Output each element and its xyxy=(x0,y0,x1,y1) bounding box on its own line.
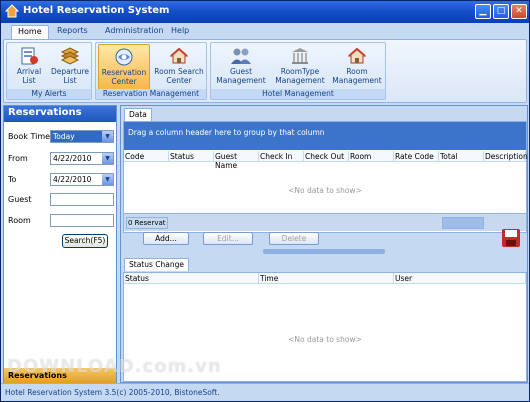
book-time-select[interactable]: Today ▼ xyxy=(50,130,114,143)
departure-list-icon xyxy=(60,47,80,65)
roomtype-management-button[interactable]: RoomType Management xyxy=(273,44,327,90)
ribbon: Arrival List Departure List My Alerts Re… xyxy=(3,39,527,103)
departure-list-label-2: List xyxy=(63,76,77,85)
guest-management-icon xyxy=(231,48,251,64)
reservation-count: 0 Reservat xyxy=(126,217,168,229)
reservations-panel-title: Reservations xyxy=(4,106,116,122)
roomtype-management-icon xyxy=(292,48,308,64)
guest-field[interactable] xyxy=(50,193,114,206)
search-button[interactable]: Search(F5) xyxy=(62,234,108,248)
close-button[interactable]: ✕ xyxy=(511,4,527,19)
room-search-center-button[interactable]: Room Search Center xyxy=(152,44,206,90)
column-header-guest-name[interactable]: Guest Name xyxy=(214,151,259,170)
window-title: Hotel Reservation System xyxy=(23,5,170,16)
from-date-picker[interactable]: 4/22/2010 ▼ xyxy=(50,152,114,165)
room-field[interactable] xyxy=(50,214,114,227)
grid-footer: 0 Reservat xyxy=(124,213,526,231)
column-header-user[interactable]: User xyxy=(394,273,526,284)
guest-management-label-1: Guest xyxy=(229,67,253,76)
roomtype-management-label-2: Management xyxy=(275,76,325,85)
from-date-value: 4/22/2010 xyxy=(53,154,92,163)
delete-button[interactable]: Delete xyxy=(269,232,319,245)
arrival-list-button[interactable]: Arrival List xyxy=(9,44,49,90)
total-summary-cell xyxy=(442,217,484,229)
watermark: DOWNLOAD.com.vn xyxy=(7,356,222,377)
room-search-label-1: Room Search xyxy=(154,67,204,76)
group-caption-my-alerts: My Alerts xyxy=(7,89,91,99)
maximize-button[interactable]: □ xyxy=(493,4,509,19)
app-house-icon xyxy=(5,4,19,18)
room-search-icon xyxy=(169,47,189,64)
column-header-status[interactable]: Status xyxy=(124,273,259,284)
no-data-message: <No data to show> xyxy=(288,335,362,344)
room-label: Room xyxy=(8,216,31,225)
to-label: To xyxy=(8,175,17,184)
roomtype-management-label-1: RoomType xyxy=(280,67,320,76)
tab-data[interactable]: Data xyxy=(124,108,152,121)
arrival-list-icon xyxy=(21,47,38,65)
departure-list-label-1: Departure xyxy=(50,67,90,76)
column-header-total[interactable]: Total xyxy=(439,151,484,162)
group-caption-reservation-management: Reservation Management xyxy=(96,89,206,99)
panel-splitter[interactable] xyxy=(263,249,385,254)
column-header-code[interactable]: Code xyxy=(124,151,169,162)
book-time-label: Book Time xyxy=(8,132,51,141)
column-header-room[interactable]: Room xyxy=(349,151,394,162)
room-management-label-2: Management xyxy=(332,76,382,85)
room-management-label-1: Room xyxy=(346,67,368,76)
book-time-value: Today xyxy=(53,132,75,141)
title-bar[interactable]: Hotel Reservation System ▁ □ ✕ xyxy=(1,1,529,23)
reservation-center-label-1: Reservation xyxy=(101,68,147,77)
column-header-status[interactable]: Status xyxy=(169,151,214,162)
guest-management-label-2: Management xyxy=(216,76,266,85)
guest-label: Guest xyxy=(8,195,32,204)
arrival-list-label-1: Arrival xyxy=(16,67,42,76)
tab-home[interactable]: Home xyxy=(11,25,49,39)
room-management-button[interactable]: Room Management xyxy=(331,44,383,90)
no-data-message: <No data to show> xyxy=(288,186,362,195)
reservation-center-button[interactable]: Reservation Center xyxy=(98,44,150,90)
chevron-down-icon[interactable]: ▼ xyxy=(102,131,113,142)
arrival-list-label-2: List xyxy=(22,76,36,85)
group-my-alerts: Arrival List Departure List My Alerts xyxy=(6,42,92,100)
column-header-rate-code[interactable]: Rate Code xyxy=(394,151,439,162)
group-by-panel[interactable]: Drag a column header here to group by th… xyxy=(124,122,526,150)
reservation-center-label-2: Center xyxy=(111,77,137,86)
room-search-label-2: Center xyxy=(166,76,192,85)
guest-management-button[interactable]: Guest Management xyxy=(215,44,267,90)
column-header-time[interactable]: Time xyxy=(259,273,394,284)
tab-help[interactable]: Help xyxy=(165,25,195,39)
edit-button[interactable]: Edit... xyxy=(203,232,253,245)
room-management-icon xyxy=(347,47,367,64)
reservations-panel: Reservations Book Time Today ▼ From 4/22… xyxy=(3,105,117,384)
reservations-grid: Drag a column header here to group by th… xyxy=(123,121,528,233)
column-header-description[interactable]: Description xyxy=(484,151,528,162)
column-header-check-in[interactable]: Check In xyxy=(259,151,304,162)
ribbon-tab-strip: Home Reports Administration Help xyxy=(1,23,529,39)
status-bar: Hotel Reservation System 3.5(c) 2005-201… xyxy=(1,383,529,401)
departure-list-button[interactable]: Departure List xyxy=(49,44,91,90)
group-reservation-management: Reservation Center Room Search Center Re… xyxy=(95,42,207,100)
column-header-check-out[interactable]: Check Out xyxy=(304,151,349,162)
minimize-button[interactable]: ▁ xyxy=(475,4,491,19)
chevron-down-icon[interactable]: ▼ xyxy=(102,174,113,185)
tab-status-change[interactable]: Status Change xyxy=(124,258,189,271)
group-caption-hotel-management: Hotel Management xyxy=(211,89,385,99)
from-label: From xyxy=(8,154,28,163)
save-disk-icon[interactable] xyxy=(501,228,521,248)
add-button[interactable]: Add... xyxy=(143,232,189,245)
tab-administration[interactable]: Administration xyxy=(99,25,170,39)
group-hotel-management: Guest Management RoomType Management Roo… xyxy=(210,42,386,100)
app-window: Hotel Reservation System ▁ □ ✕ Home Repo… xyxy=(0,0,530,402)
to-date-picker[interactable]: 4/22/2010 ▼ xyxy=(50,173,114,186)
tab-reports[interactable]: Reports xyxy=(51,25,94,39)
main-content: Data Drag a column header here to group … xyxy=(120,105,528,383)
chevron-down-icon[interactable]: ▼ xyxy=(102,153,113,164)
to-date-value: 4/22/2010 xyxy=(53,175,92,184)
reservation-center-icon xyxy=(115,48,133,66)
